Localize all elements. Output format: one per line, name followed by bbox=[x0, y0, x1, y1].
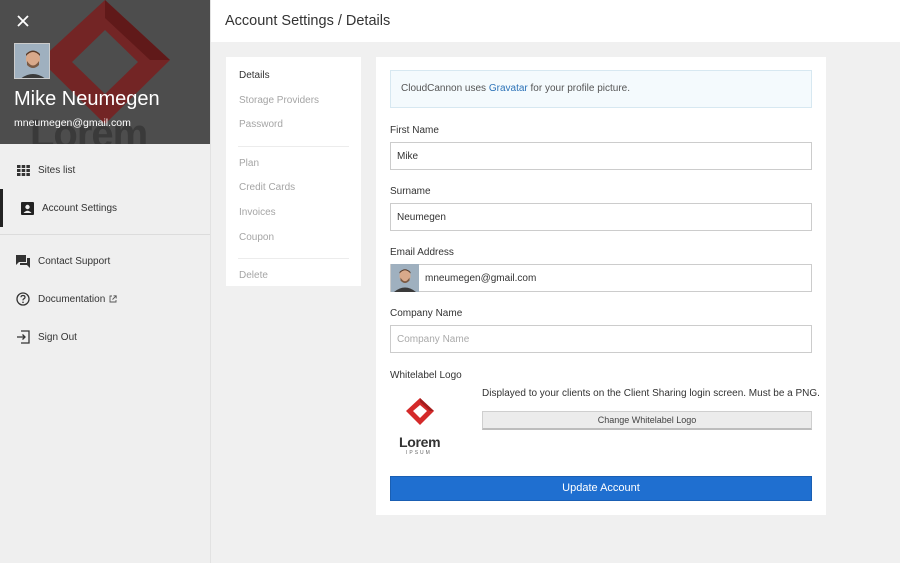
account-details-panel: CloudCannon uses Gravatar for your profi… bbox=[376, 57, 826, 515]
subnav-divider bbox=[238, 145, 349, 147]
page-header: Account Settings / Details bbox=[211, 0, 900, 42]
surname-input[interactable] bbox=[390, 203, 812, 231]
company-name-label: Company Name bbox=[390, 308, 463, 319]
page-title: Account Settings / Details bbox=[225, 13, 391, 29]
avatar bbox=[14, 43, 50, 79]
subnav-item-plan[interactable]: Plan bbox=[226, 157, 361, 182]
whitelabel-logo-label: Whitelabel Logo bbox=[390, 370, 462, 381]
profile-email: mneumegen@gmail.com bbox=[14, 117, 131, 129]
sidebar: Lorem Mike Neumegen mneumegen@gmail.com bbox=[0, 0, 211, 563]
subnav-item-coupon[interactable]: Coupon bbox=[226, 231, 361, 256]
subnav-item-delete[interactable]: Delete bbox=[226, 269, 361, 294]
chat-icon bbox=[16, 254, 30, 268]
sidebar-item-label: Contact Support bbox=[38, 255, 111, 267]
account-box-icon bbox=[20, 201, 34, 215]
first-name-input[interactable] bbox=[390, 142, 812, 170]
whitelabel-logo-subtext: IPSUM bbox=[406, 450, 432, 456]
settings-subnav: Details Storage Providers Password Plan … bbox=[226, 57, 361, 286]
notice-text-suffix: for your profile picture. bbox=[527, 83, 631, 94]
subnav-item-credit-cards[interactable]: Credit Cards bbox=[226, 181, 361, 206]
surname-label: Surname bbox=[390, 186, 431, 197]
sidebar-divider bbox=[0, 234, 210, 235]
help-circle-icon bbox=[16, 292, 30, 306]
update-account-button[interactable]: Update Account bbox=[390, 476, 812, 501]
sidebar-item-label: Documentation bbox=[38, 293, 106, 305]
sidebar-item-label: Sites list bbox=[38, 164, 76, 176]
subnav-item-details[interactable]: Details bbox=[226, 69, 361, 94]
whitelabel-logo-text: Lorem bbox=[399, 434, 441, 450]
sidebar-item-label: Sign Out bbox=[38, 331, 77, 343]
email-field bbox=[390, 264, 812, 292]
company-name-input[interactable] bbox=[390, 325, 812, 353]
sidebar-nav: Sites list Account Settings Contact Supp… bbox=[0, 151, 210, 356]
sidebar-item-sites-list[interactable]: Sites list bbox=[0, 151, 210, 189]
gravatar-notice: CloudCannon uses Gravatar for your profi… bbox=[390, 70, 812, 108]
sidebar-item-documentation[interactable]: Documentation bbox=[0, 280, 210, 318]
subnav-item-password[interactable]: Password bbox=[226, 118, 361, 143]
subnav-item-storage-providers[interactable]: Storage Providers bbox=[226, 94, 361, 119]
grid-icon bbox=[16, 163, 30, 177]
sidebar-item-sign-out[interactable]: Sign Out bbox=[0, 318, 210, 356]
external-link-icon bbox=[109, 295, 117, 303]
sidebar-item-label: Account Settings bbox=[42, 202, 118, 214]
subnav-item-invoices[interactable]: Invoices bbox=[226, 206, 361, 231]
close-icon[interactable] bbox=[14, 12, 32, 30]
gravatar-link[interactable]: Gravatar bbox=[489, 83, 528, 94]
profile-header: Lorem Mike Neumegen mneumegen@gmail.com bbox=[0, 0, 210, 144]
sidebar-item-contact-support[interactable]: Contact Support bbox=[0, 242, 210, 280]
gravatar-avatar bbox=[391, 264, 419, 292]
first-name-label: First Name bbox=[390, 125, 439, 136]
subnav-divider bbox=[238, 258, 349, 260]
sidebar-item-account-settings[interactable]: Account Settings bbox=[0, 189, 210, 227]
exit-icon bbox=[16, 330, 30, 344]
profile-name: Mike Neumegen bbox=[14, 88, 160, 110]
notice-text-prefix: CloudCannon uses bbox=[401, 83, 489, 94]
whitelabel-description: Displayed to your clients on the Client … bbox=[482, 388, 820, 399]
email-input[interactable] bbox=[419, 265, 811, 291]
change-whitelabel-logo-button[interactable]: Change Whitelabel Logo bbox=[482, 411, 812, 430]
email-label: Email Address bbox=[390, 247, 454, 258]
